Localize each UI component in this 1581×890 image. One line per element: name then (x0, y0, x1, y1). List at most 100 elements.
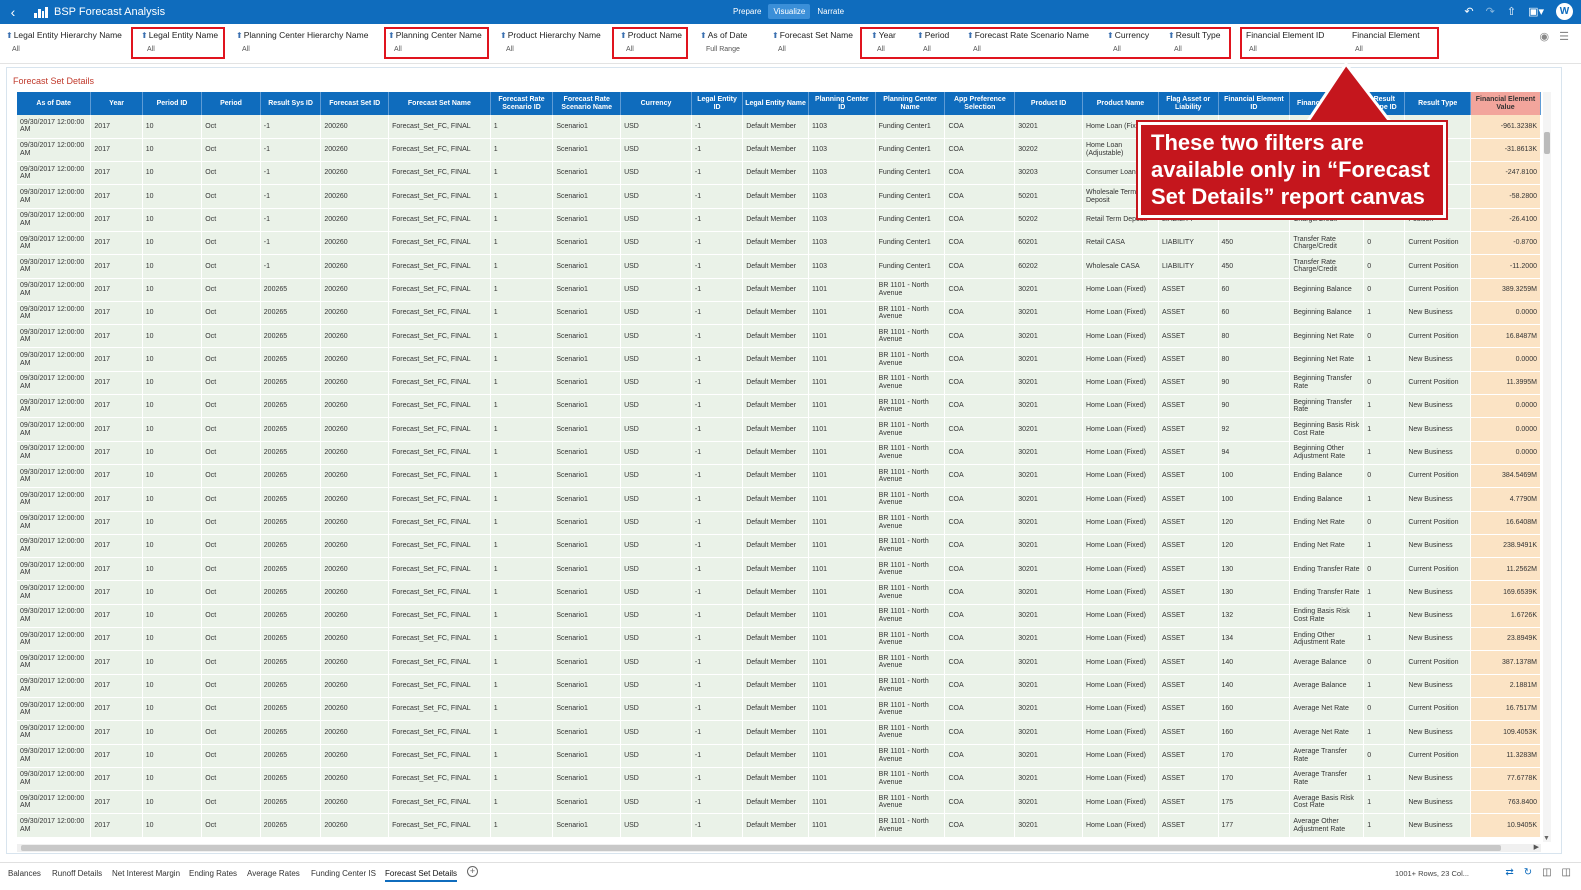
scroll-right-icon[interactable]: ▶ (1534, 843, 1539, 851)
auto-apply-icon[interactable]: ⇄ (1505, 867, 1513, 878)
column-header[interactable]: Year (90, 92, 143, 115)
table-row[interactable]: 09/30/2017 12:00:00 AM 2017 10 Oct -1 200260 F… (17, 231, 1541, 256)
filter-forecast-set-name[interactable]: ⬆Forecast Set Name All (772, 30, 853, 53)
table-cell: Forecast_Set_FC, FINAL (388, 697, 491, 722)
table-row[interactable]: 09/30/2017 12:00:00 AM 2017 10 Oct 200265 200… (17, 697, 1541, 722)
tab-runoff-details[interactable]: Runoff Details (52, 869, 102, 878)
back-chevron-icon[interactable]: ‹ (4, 4, 22, 20)
column-header[interactable]: Financial Element (1289, 92, 1365, 115)
filter-planning-center-name[interactable]: ⬆Planning Center Name All (388, 30, 482, 53)
scroll-down-icon[interactable]: ▼ (1543, 835, 1550, 842)
filter-as-of-date[interactable]: ⬆As of Date Full Range (700, 30, 747, 53)
horizontal-scrollbar[interactable]: ▶ (17, 844, 1541, 852)
scroll-thumb[interactable] (1544, 132, 1550, 154)
column-header[interactable]: Planning Center Name (875, 92, 946, 115)
filter-planning-center-hierarchy-name[interactable]: ⬆Planning Center Hierarchy Name All (236, 30, 368, 53)
filter-forecast-rate-scenario-name[interactable]: ⬆Forecast Rate Scenario Name All (967, 30, 1089, 53)
column-header[interactable]: Result Sys ID (260, 92, 322, 115)
add-canvas-icon[interactable]: + (467, 866, 478, 877)
table-row[interactable]: 09/30/2017 12:00:00 AM 2017 10 Oct 200265 200… (17, 441, 1541, 465)
table-row[interactable]: 09/30/2017 12:00:00 AM 2017 10 Oct -1 200260 F… (17, 254, 1541, 279)
table-row[interactable]: 09/30/2017 12:00:00 AM 2017 10 Oct 200265 200… (17, 557, 1541, 582)
column-header[interactable]: Legal Entity ID (691, 92, 744, 115)
table-row[interactable]: 09/30/2017 12:00:00 AM 2017 10 Oct 200265 200… (17, 813, 1541, 838)
tab-balances[interactable]: Balances (8, 869, 41, 878)
table-cell: Scenario1 (552, 674, 622, 698)
table-row[interactable]: 09/30/2017 12:00:00 AM 2017 10 Oct 200265 200… (17, 394, 1541, 419)
filter-period[interactable]: ⬆Period All (917, 30, 949, 53)
table-cell: BR 1101 - North Avenue (875, 720, 946, 745)
column-header[interactable]: Result Type (1404, 92, 1472, 115)
column-header[interactable]: Planning Center ID (808, 92, 876, 115)
filter-year[interactable]: ⬆Year All (871, 30, 896, 53)
filter-settings-icon[interactable]: ◉ (1540, 30, 1550, 43)
table-row[interactable]: 09/30/2017 12:00:00 AM 2017 10 Oct 200265 200… (17, 744, 1541, 768)
tab-net-interest-margin[interactable]: Net Interest Margin (112, 869, 180, 878)
table-row[interactable]: 09/30/2017 12:00:00 AM 2017 10 Oct 200265 200… (17, 650, 1541, 675)
column-header[interactable]: Financial Element ID (1218, 92, 1291, 115)
column-header[interactable]: Currency (620, 92, 692, 115)
filter-financial-element-id[interactable]: Financial Element ID All (1246, 30, 1324, 53)
filter-product-name[interactable]: ⬆Product Name All (620, 30, 682, 53)
tab-forecast-set-details[interactable]: Forecast Set Details (385, 869, 458, 882)
tab-funding-center-is[interactable]: Funding Center IS (311, 869, 376, 878)
filter-currency[interactable]: ⬆Currency All (1107, 30, 1149, 53)
table-row[interactable]: 09/30/2017 12:00:00 AM 2017 10 Oct 200265 200… (17, 627, 1541, 652)
table-row[interactable]: 09/30/2017 12:00:00 AM 2017 10 Oct 200265 200… (17, 487, 1541, 512)
scroll-thumb[interactable] (21, 845, 1501, 851)
table-row[interactable]: 09/30/2017 12:00:00 AM 2017 10 Oct 200265 200… (17, 347, 1541, 372)
table-row[interactable]: 09/30/2017 12:00:00 AM 2017 10 Oct 200265 200… (17, 720, 1541, 745)
vertical-scrollbar[interactable]: ▼ (1543, 92, 1551, 842)
table-row[interactable]: 09/30/2017 12:00:00 AM 2017 10 Oct 200265 200… (17, 464, 1541, 489)
table-row[interactable]: 09/30/2017 12:00:00 AM 2017 10 Oct 200265 200… (17, 371, 1541, 396)
column-header[interactable]: Forecast Rate Scenario Name (552, 92, 622, 115)
undo-icon[interactable]: ↶ (1464, 5, 1473, 18)
table-row[interactable]: 09/30/2017 12:00:00 AM 2017 10 Oct 200265 200… (17, 674, 1541, 698)
column-header[interactable]: Period (201, 92, 261, 115)
column-header[interactable]: Result Type ID (1363, 92, 1406, 115)
mode-visualize[interactable]: Visualize (768, 4, 811, 19)
column-header[interactable]: Forecast Set ID (320, 92, 390, 115)
filter-financial-element[interactable]: Financial Element All (1352, 30, 1420, 53)
column-header[interactable]: App Preference Selection (944, 92, 1016, 115)
filter-result-type[interactable]: ⬆Result Type All (1168, 30, 1220, 53)
user-avatar[interactable]: W (1556, 3, 1573, 20)
column-header[interactable]: Product ID (1014, 92, 1083, 115)
column-header[interactable]: Forecast Rate Scenario ID (490, 92, 554, 115)
table-cell: Funding Center1 (875, 231, 946, 256)
table-row[interactable]: 09/30/2017 12:00:00 AM 2017 10 Oct 200265 200… (17, 417, 1541, 442)
column-header[interactable]: Financial Element Value (1470, 92, 1541, 115)
tab-ending-rates[interactable]: Ending Rates (189, 869, 237, 878)
tab-average-rates[interactable]: Average Rates (247, 869, 300, 878)
export-icon[interactable]: ⇧ (1507, 5, 1516, 18)
table-cell: 1 (490, 650, 554, 675)
column-header[interactable]: Legal Entity Name (742, 92, 809, 115)
table-row[interactable]: 09/30/2017 12:00:00 AM 2017 10 Oct 200265 200… (17, 790, 1541, 815)
table-row[interactable]: 09/30/2017 12:00:00 AM 2017 10 Oct 200265 200… (17, 534, 1541, 559)
column-header[interactable]: Product Name (1082, 92, 1159, 115)
filter-legal-entity-hierarchy-name[interactable]: ⬆Legal Entity Hierarchy Name All (6, 30, 122, 53)
column-header[interactable]: As of Date (17, 92, 92, 115)
menu-icon[interactable]: ☰ (1559, 30, 1569, 43)
table-row[interactable]: 09/30/2017 12:00:00 AM 2017 10 Oct 200265 200… (17, 278, 1541, 302)
table-cell: 200260 (320, 324, 390, 349)
column-header[interactable]: Period ID (142, 92, 203, 115)
table-row[interactable]: 09/30/2017 12:00:00 AM 2017 10 Oct 200265 200… (17, 511, 1541, 535)
refresh-icon[interactable]: ↻ (1524, 867, 1532, 878)
table-cell: 1101 (808, 347, 876, 372)
table-row[interactable]: 09/30/2017 12:00:00 AM 2017 10 Oct 200265 200… (17, 301, 1541, 326)
column-header[interactable]: Flag Asset or Liability (1158, 92, 1219, 115)
panel-toggle-icon[interactable]: ◫ (1542, 867, 1551, 878)
mode-prepare[interactable]: Prepare (728, 4, 766, 19)
table-row[interactable]: 09/30/2017 12:00:00 AM 2017 10 Oct 200265 200… (17, 604, 1541, 629)
table-row[interactable]: 09/30/2017 12:00:00 AM 2017 10 Oct 200265 200… (17, 324, 1541, 349)
table-row[interactable]: 09/30/2017 12:00:00 AM 2017 10 Oct 200265 200… (17, 580, 1541, 605)
column-header[interactable]: Forecast Set Name (388, 92, 491, 115)
table-row[interactable]: 09/30/2017 12:00:00 AM 2017 10 Oct 200265 200… (17, 767, 1541, 792)
filter-legal-entity-name[interactable]: ⬆Legal Entity Name All (141, 30, 218, 53)
redo-icon[interactable]: ↷ (1486, 5, 1495, 18)
mode-narrate[interactable]: Narrate (812, 4, 849, 19)
layout-icon[interactable]: ◫ (1562, 867, 1571, 878)
filter-product-hierarchy-name[interactable]: ⬆Product Hierarchy Name All (500, 30, 601, 53)
save-icon[interactable]: ▣▾ (1528, 5, 1544, 18)
